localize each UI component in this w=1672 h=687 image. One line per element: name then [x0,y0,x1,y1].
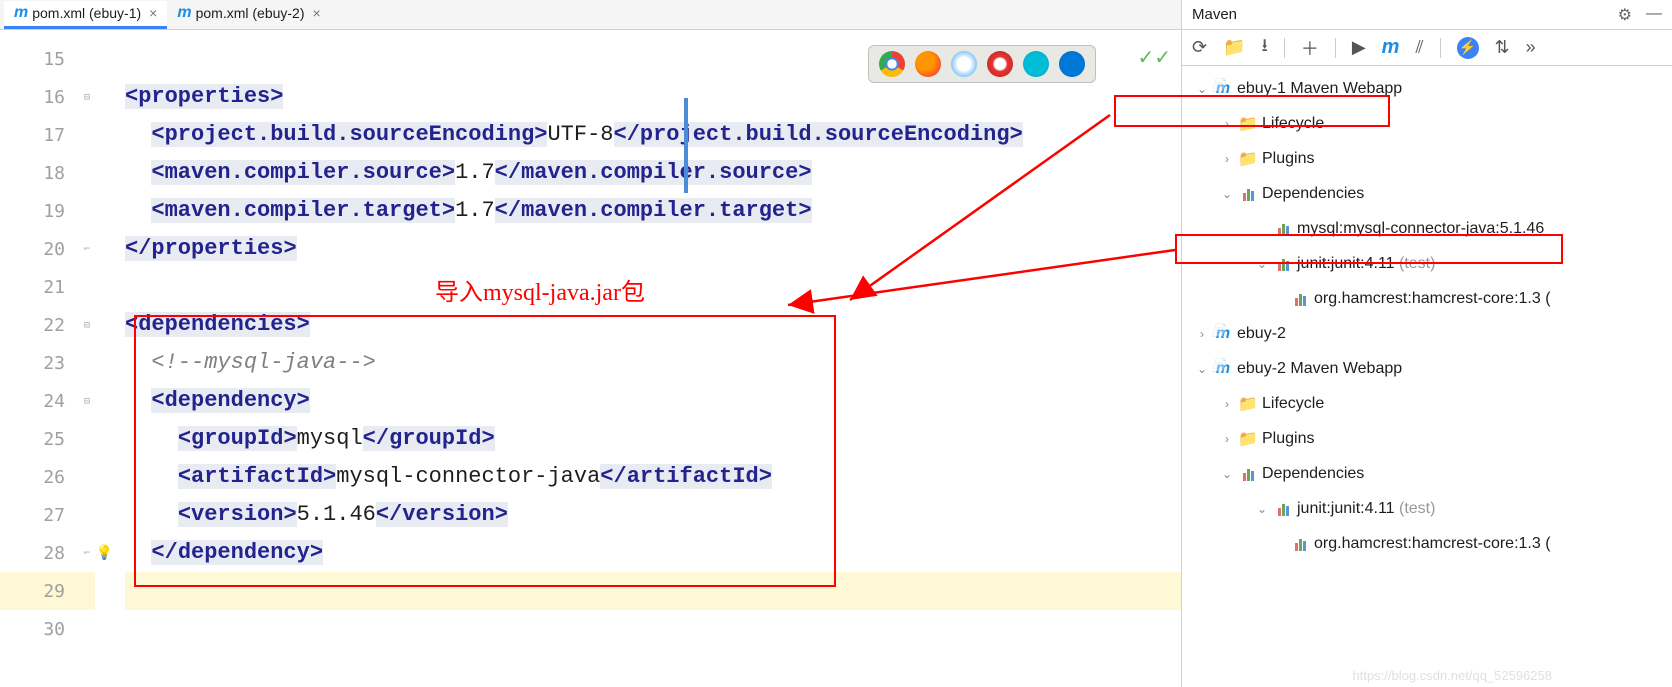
fold-icon[interactable]: ⊟ [84,92,90,103]
tree-node-lifecycle2[interactable]: › 📁 Lifecycle [1187,386,1667,421]
refresh-icon[interactable]: ⟳ [1192,37,1207,58]
chevron-right-icon[interactable]: › [1220,117,1234,131]
node-label: mysql:mysql-connector-java:5.1.46 [1297,220,1544,238]
tab-ebuy2[interactable]: m pom.xml (ebuy-2) × [167,1,330,29]
node-label: Lifecycle [1262,115,1324,133]
code-editor[interactable]: 15 16⊟ 17 18 19 20⌐ 21 22⊟ 23 24⊟ 25 26 … [0,30,1181,687]
tree-node-deps[interactable]: ⌄ Dependencies [1187,176,1667,211]
maven-toolbar: ⟳ 📁 ⭳ ＋ ▶ m ⫽ ⚡ ⇅ » [1182,30,1672,66]
safari-icon[interactable] [951,51,977,77]
chevron-right-icon[interactable]: › [1195,327,1209,341]
chrome-icon[interactable] [879,51,905,77]
skip-icon[interactable]: ⫽ [1415,37,1423,58]
fold-icon[interactable]: ⊟ [84,320,90,331]
maven-project-icon: m [1213,325,1233,343]
chevron-right-icon[interactable]: › [1220,432,1234,446]
browser-toolbar [868,45,1096,83]
node-label: ebuy-1 Maven Webapp [1237,80,1402,98]
maven-project-icon: m [1213,80,1233,98]
deps-icon [1238,187,1258,201]
panel-title: Maven [1192,6,1237,23]
gear-icon[interactable]: ⚙ [1618,5,1632,25]
folder-gear-icon: 📁 [1238,394,1258,414]
line-gutter: 15 16⊟ 17 18 19 20⌐ 21 22⊟ 23 24⊟ 25 26 … [0,30,95,687]
plus-icon[interactable]: ＋ [1301,35,1319,61]
tab-label: pom.xml (ebuy-2) [196,5,305,21]
editor-area: m pom.xml (ebuy-1) × m pom.xml (ebuy-2) … [0,0,1182,687]
tab-label: pom.xml (ebuy-1) [32,5,141,21]
fold-icon[interactable]: ⊟ [84,396,90,407]
maven-m-icon[interactable]: m [1382,36,1400,59]
chevron-down-icon[interactable]: ⌄ [1195,82,1209,96]
minimize-icon[interactable]: — [1646,5,1662,25]
tree-node-ebuy1[interactable]: ⌄ m ebuy-1 Maven Webapp [1187,71,1667,106]
opera-icon[interactable] [987,51,1013,77]
folder-icon[interactable]: 📁 [1223,37,1245,58]
marker-bar [684,98,688,193]
node-label: ebuy-2 [1237,325,1286,343]
tree-node-junit[interactable]: ⌄ junit:junit:4.11 (test) [1187,246,1667,281]
tree-node-ebuy2web[interactable]: ⌄ m ebuy-2 Maven Webapp [1187,351,1667,386]
chevron-right-icon[interactable]: › [1220,397,1234,411]
lib-icon [1273,502,1293,516]
maven-header: Maven ⚙ — [1182,0,1672,30]
chevron-down-icon[interactable]: ⌄ [1220,467,1234,481]
annotation-label: 导入mysql-java.jar包 [435,272,645,307]
editor-tabs: m pom.xml (ebuy-1) × m pom.xml (ebuy-2) … [0,0,1181,30]
watermark: https://blog.csdn.net/qq_52596258 [1353,668,1553,683]
download-icon[interactable]: ⭳ [1262,33,1268,63]
expand-icon[interactable]: ⇅ [1495,37,1510,58]
chevron-down-icon[interactable]: ⌄ [1255,502,1269,516]
folder-gear-icon: 📁 [1238,149,1258,169]
more-icon[interactable]: » [1526,37,1536,58]
folder-gear-icon: 📁 [1238,114,1258,134]
tree-node-plugins2[interactable]: › 📁 Plugins [1187,421,1667,456]
node-label: Plugins [1262,430,1314,448]
tree-node-ebuy2proj[interactable]: › m ebuy-2 [1187,316,1667,351]
chevron-down-icon[interactable]: ⌄ [1195,362,1209,376]
deps-icon [1238,467,1258,481]
tree-node-deps2[interactable]: ⌄ Dependencies [1187,456,1667,491]
node-label: org.hamcrest:hamcrest-core:1.3 ( [1314,535,1551,553]
tree-node-lifecycle[interactable]: › 📁 Lifecycle [1187,106,1667,141]
folder-gear-icon: 📁 [1238,429,1258,449]
node-label: ebuy-2 Maven Webapp [1237,360,1402,378]
fold-end-icon[interactable]: ⌐ [84,244,90,255]
lib-icon [1290,537,1310,551]
tree-node-plugins[interactable]: › 📁 Plugins [1187,141,1667,176]
tree-node-hamcrest2[interactable]: org.hamcrest:hamcrest-core:1.3 ( [1187,526,1667,561]
tree-node-hamcrest[interactable]: org.hamcrest:hamcrest-core:1.3 ( [1187,281,1667,316]
node-label: junit:junit:4.11 (test) [1297,500,1435,518]
lib-icon [1273,257,1293,271]
lib-icon [1290,292,1310,306]
code-content[interactable]: <properties> <project.build.sourceEncodi… [95,30,1181,687]
bolt-icon[interactable]: ⚡ [1457,37,1479,59]
node-label: Dependencies [1262,185,1364,203]
checkmark-icon: ✓✓ [1137,45,1171,70]
maven-file-icon: m [177,4,191,22]
maven-project-icon: m [1213,360,1233,378]
maven-panel: Maven ⚙ — ⟳ 📁 ⭳ ＋ ▶ m ⫽ ⚡ ⇅ » ⌄ m ebuy-1… [1182,0,1672,687]
node-label: Lifecycle [1262,395,1324,413]
chevron-right-icon[interactable]: › [1220,152,1234,166]
chevron-down-icon[interactable]: ⌄ [1255,257,1269,271]
tree-node-mysql[interactable]: mysql:mysql-connector-java:5.1.46 [1187,211,1667,246]
fold-end-icon[interactable]: ⌐ [84,548,90,559]
node-label: Dependencies [1262,465,1364,483]
tree-node-junit2[interactable]: ⌄ junit:junit:4.11 (test) [1187,491,1667,526]
chevron-down-icon[interactable]: ⌄ [1220,187,1234,201]
lib-icon [1273,222,1293,236]
close-icon[interactable]: × [149,5,157,21]
node-label: org.hamcrest:hamcrest-core:1.3 ( [1314,290,1551,308]
run-icon[interactable]: ▶ [1352,37,1366,58]
node-label: Plugins [1262,150,1314,168]
node-label: junit:junit:4.11 (test) [1297,255,1435,273]
tab-ebuy1[interactable]: m pom.xml (ebuy-1) × [4,1,167,29]
close-icon[interactable]: × [313,5,321,21]
maven-tree: ⌄ m ebuy-1 Maven Webapp › 📁 Lifecycle › … [1182,66,1672,687]
firefox-icon[interactable] [915,51,941,77]
ie-icon[interactable] [1023,51,1049,77]
edge-icon[interactable] [1059,51,1085,77]
maven-file-icon: m [14,4,28,22]
